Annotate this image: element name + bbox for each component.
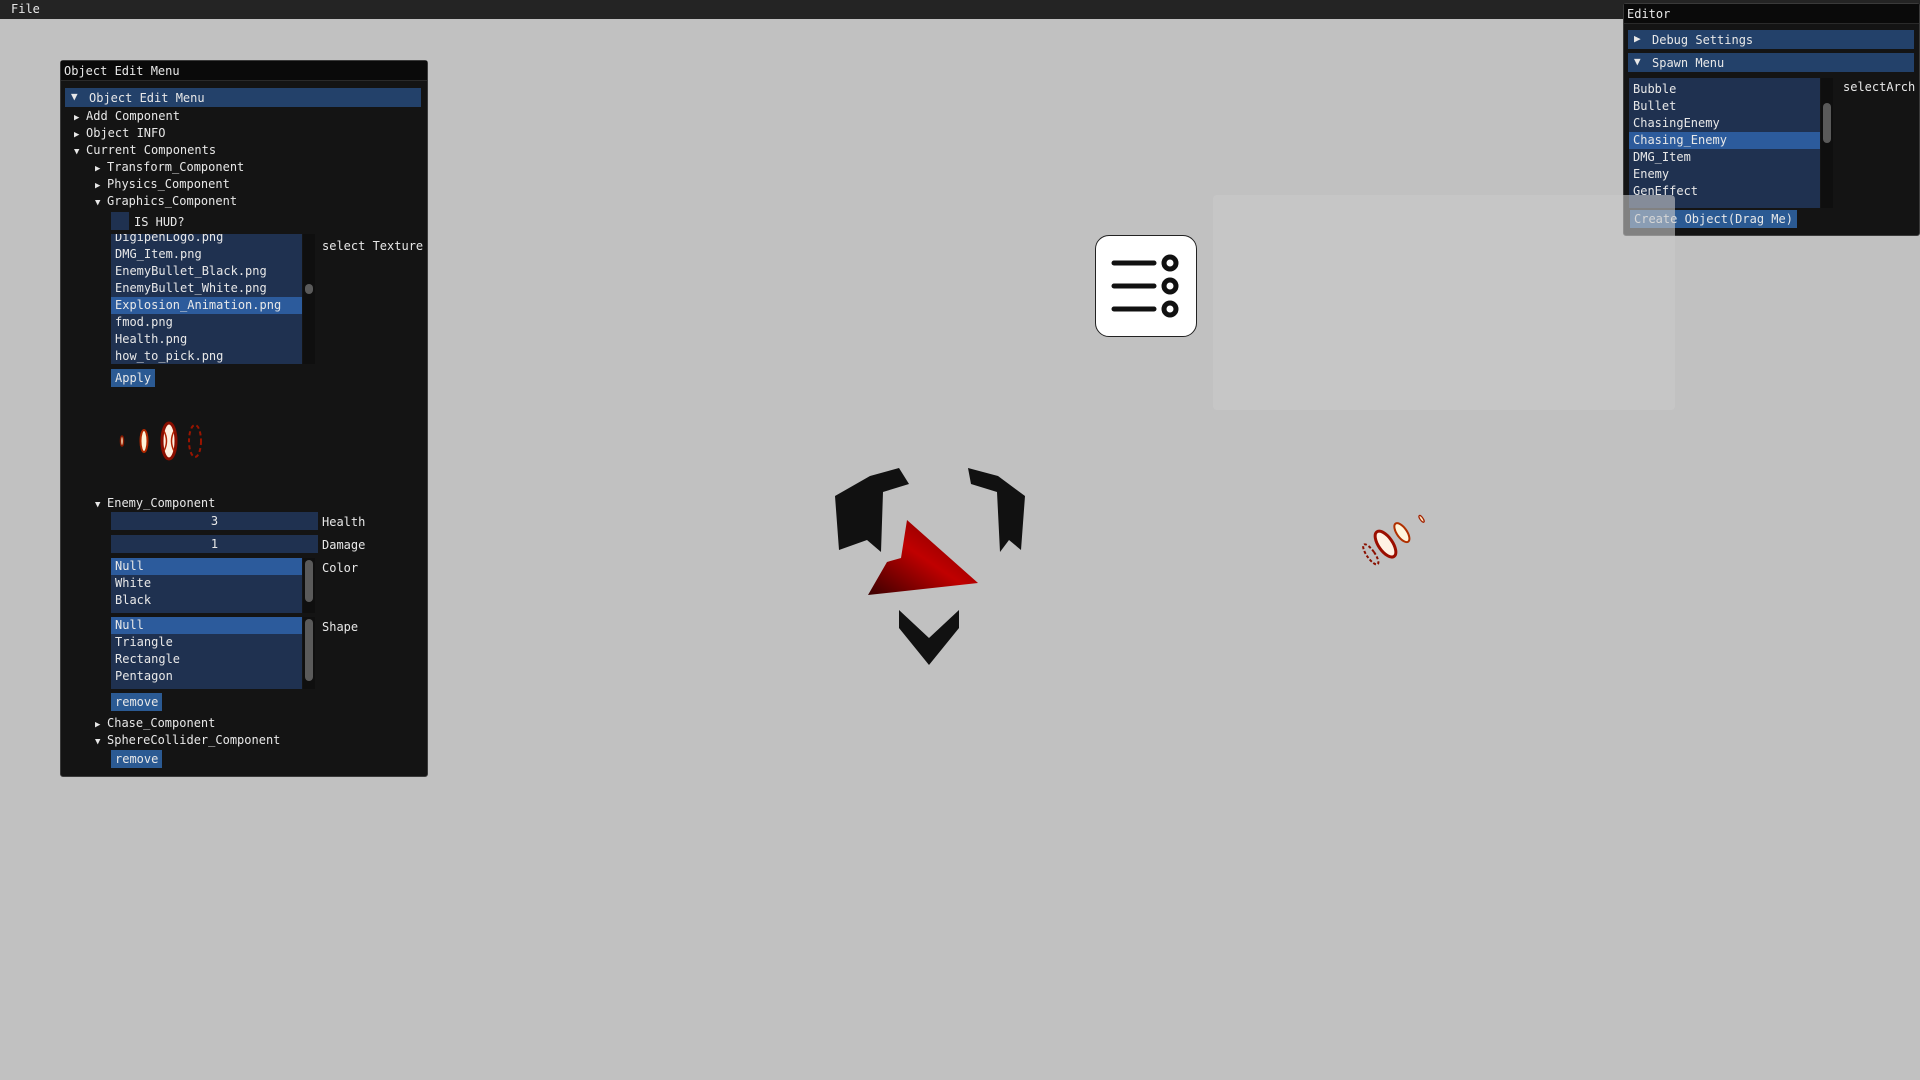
list-item-selected[interactable]: Null — [111, 617, 302, 634]
list-item[interactable]: EnemyBullet_Black.png — [111, 263, 302, 280]
tree-transform-component[interactable]: ▶ Transform_Component — [95, 160, 244, 174]
damage-label: Damage — [322, 538, 366, 552]
archetype-list-scrollbar[interactable] — [1821, 78, 1833, 208]
health-label: Health — [322, 515, 366, 529]
menu-list-icon[interactable] — [1095, 235, 1197, 337]
texture-list-scrollbar[interactable] — [303, 234, 315, 364]
tree-spherecollider-component[interactable]: ▼ SphereCollider_Component — [95, 733, 280, 747]
health-input[interactable]: 3 — [111, 512, 318, 530]
node-label: Object INFO — [86, 126, 166, 140]
is-hud-checkbox[interactable] — [111, 212, 129, 230]
list-item[interactable]: Enemy — [1629, 166, 1820, 183]
spawn-menu-header[interactable]: ▼ Spawn Menu — [1628, 53, 1914, 72]
expand-arrow-icon: ▶ — [1634, 32, 1641, 45]
editor-title-bar[interactable]: Editor — [1624, 4, 1919, 24]
list-item[interactable]: Health.png — [111, 331, 302, 348]
window-title: Editor — [1627, 7, 1671, 21]
faint-background-panel — [1213, 195, 1675, 410]
node-label: Physics_Component — [107, 177, 230, 191]
object-edit-title-bar[interactable]: Object Edit Menu — [61, 61, 427, 81]
select-arch-label: selectArch — [1843, 80, 1916, 94]
shape-list[interactable]: Null Triangle Rectangle Pentagon — [111, 617, 302, 689]
node-label: Chase_Component — [107, 716, 216, 730]
collapse-arrow-icon: ▼ — [71, 90, 78, 103]
apply-button[interactable]: Apply — [111, 369, 156, 387]
object-edit-header[interactable]: ▼ Object Edit Menu — [65, 88, 421, 107]
list-item[interactable]: DMG_Item — [1629, 149, 1820, 166]
tree-chase-component[interactable]: ▶ Chase_Component — [95, 716, 215, 730]
is-hud-label: IS HUD? — [134, 215, 185, 229]
node-label: Transform_Component — [107, 160, 245, 174]
object-edit-window: Object Edit Menu ▼ Object Edit Menu ▶ Add… — [60, 60, 428, 777]
tree-object-info[interactable]: ▶ Object INFO — [74, 126, 165, 140]
list-item-selected[interactable]: Explosion_Animation.png — [111, 297, 302, 314]
expand-arrow-icon: ▶ — [74, 113, 80, 123]
node-label: SphereCollider_Component — [107, 733, 281, 747]
expand-arrow-icon: ▶ — [95, 720, 101, 730]
remove-enemy-button[interactable]: remove — [111, 693, 163, 711]
list-item[interactable]: EnemyBullet_White.png — [111, 280, 302, 297]
node-label: Graphics_Component — [107, 194, 238, 208]
list-item[interactable]: Black — [111, 592, 302, 609]
list-item[interactable]: Pentagon — [111, 668, 302, 685]
list-item[interactable]: how_to_pick.png — [111, 348, 302, 364]
collapse-arrow-icon: ▼ — [74, 147, 80, 157]
collapse-arrow-icon: ▼ — [95, 198, 101, 208]
scrollbar-thumb[interactable] — [305, 619, 313, 681]
collapse-arrow-icon: ▼ — [95, 500, 101, 510]
list-item[interactable]: DigipenLogo.png — [111, 234, 302, 246]
color-label: Color — [322, 561, 359, 575]
tree-add-component[interactable]: ▶ Add Component — [74, 109, 180, 123]
tree-physics-component[interactable]: ▶ Physics_Component — [95, 177, 230, 191]
header-label: Spawn Menu — [1652, 56, 1725, 70]
chasing-enemy-sprite[interactable] — [825, 460, 1035, 670]
header-label: Object Edit Menu — [89, 91, 205, 105]
list-item[interactable]: Rectangle — [111, 651, 302, 668]
node-label: Add Component — [86, 109, 180, 123]
expand-arrow-icon: ▶ — [74, 130, 80, 140]
node-label: Enemy_Component — [107, 496, 216, 510]
list-icon-graphic — [1111, 254, 1179, 318]
list-item-selected[interactable]: Null — [111, 558, 302, 575]
scrollbar-thumb[interactable] — [305, 560, 313, 602]
collapse-arrow-icon: ▼ — [95, 737, 101, 747]
texture-list[interactable]: DigipenLogo.png DMG_Item.png EnemyBullet… — [111, 234, 302, 364]
file-menu[interactable]: File — [11, 2, 40, 16]
expand-arrow-icon: ▶ — [95, 181, 101, 191]
select-texture-label: select Texture — [322, 239, 424, 253]
texture-preview-image — [119, 421, 202, 461]
remove-collider-button[interactable]: remove — [111, 750, 163, 768]
damage-input[interactable]: 1 — [111, 535, 318, 553]
archetype-list[interactable]: Bubble Bullet ChasingEnemy Chasing_Enemy… — [1629, 78, 1820, 208]
list-item[interactable]: Triangle — [111, 634, 302, 651]
list-item[interactable]: ChasingEnemy — [1629, 115, 1820, 132]
list-item-selected[interactable]: Chasing_Enemy — [1629, 132, 1820, 149]
tree-current-components[interactable]: ▼ Current Components — [74, 143, 216, 157]
color-list-scrollbar[interactable] — [303, 558, 315, 613]
tree-graphics-component[interactable]: ▼ Graphics_Component — [95, 194, 237, 208]
expand-arrow-icon: ▶ — [95, 164, 101, 174]
shape-label: Shape — [322, 620, 359, 634]
list-item[interactable]: White — [111, 575, 302, 592]
explosion-effect-sprite — [1362, 514, 1425, 566]
color-list[interactable]: Null White Black — [111, 558, 302, 613]
scrollbar-thumb[interactable] — [1823, 103, 1831, 143]
list-item[interactable]: Bubble — [1629, 81, 1820, 98]
window-title: Object Edit Menu — [64, 64, 180, 78]
tree-enemy-component[interactable]: ▼ Enemy_Component — [95, 496, 215, 510]
scrollbar-thumb[interactable] — [305, 284, 313, 294]
list-item[interactable]: DMG_Item.png — [111, 246, 302, 263]
list-item[interactable]: Bullet — [1629, 98, 1820, 115]
collapse-arrow-icon: ▼ — [1634, 55, 1641, 68]
header-label: Debug Settings — [1652, 33, 1754, 47]
shape-list-scrollbar[interactable] — [303, 617, 315, 689]
node-label: Current Components — [86, 143, 217, 157]
debug-settings-header[interactable]: ▶ Debug Settings — [1628, 30, 1914, 49]
list-item[interactable]: fmod.png — [111, 314, 302, 331]
